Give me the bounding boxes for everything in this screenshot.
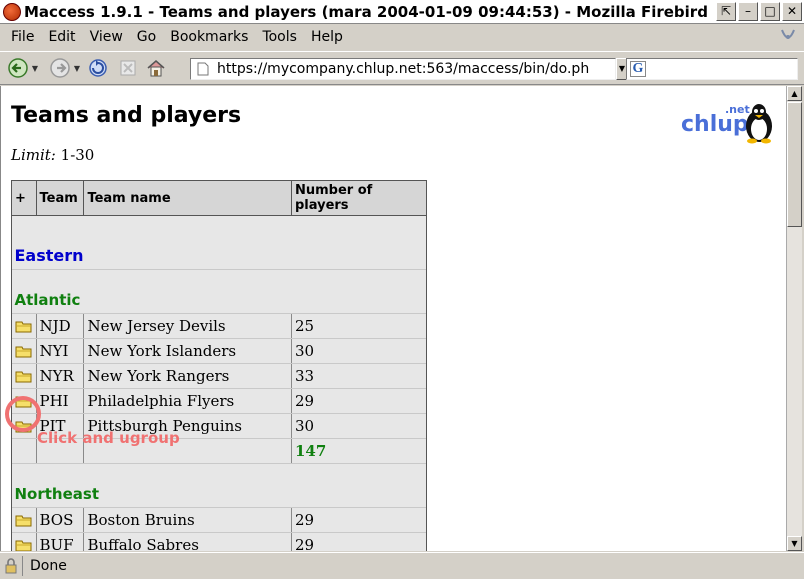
teams-table: + Team Team name Number of players Easte… xyxy=(11,180,428,551)
team-code-cell: NYR xyxy=(36,363,85,389)
team-name-cell: Philadelphia Flyers xyxy=(83,388,292,414)
annotation-circle xyxy=(5,396,41,432)
back-button[interactable] xyxy=(6,56,30,80)
window-maximize-button[interactable]: □ xyxy=(760,2,780,21)
team-code-cell: NJD xyxy=(36,313,85,339)
folder-icon[interactable] xyxy=(15,537,33,551)
reload-icon xyxy=(89,59,107,77)
limit-text: Limit: 1-30 xyxy=(11,146,94,164)
team-code-cell: BUF xyxy=(36,532,85,551)
status-bar: Done xyxy=(0,552,804,579)
players-cell: 30 xyxy=(291,413,427,439)
menu-bar: File Edit View Go Bookmarks Tools Help xyxy=(0,25,804,49)
conference-row: Eastern xyxy=(11,229,427,270)
window-titlebar: Maccess 1.9.1 - Teams and players (mara … xyxy=(0,0,804,24)
status-text: Done xyxy=(30,558,67,574)
window-title: Maccess 1.9.1 - Teams and players (mara … xyxy=(24,2,708,21)
division-label: Atlantic xyxy=(14,291,81,309)
firebird-app-icon[interactable] xyxy=(3,2,21,21)
throbber-icon xyxy=(781,29,795,39)
table-row: NYI New York Islanders 30 xyxy=(11,338,427,364)
team-name-cell: New Jersey Devils xyxy=(83,313,292,339)
menu-file[interactable]: File xyxy=(4,29,41,45)
forward-history-dropdown[interactable]: ▼ xyxy=(72,64,82,73)
table-row: PHI Philadelphia Flyers 29 xyxy=(11,388,427,414)
security-lock-icon[interactable] xyxy=(2,556,20,576)
stop-icon xyxy=(120,60,136,76)
menu-edit[interactable]: Edit xyxy=(41,29,82,45)
menu-go[interactable]: Go xyxy=(130,29,163,45)
players-cell: 25 xyxy=(291,313,427,339)
url-input[interactable]: https://mycompany.chlup.net:563/maccess/… xyxy=(190,58,616,80)
back-arrow-icon xyxy=(8,58,28,78)
team-code-cell: PHI xyxy=(36,388,85,414)
players-column-header[interactable]: Number of players xyxy=(290,180,428,216)
lock-icon xyxy=(5,558,17,574)
page-content: Teams and players .net chlup Limit: 1-30… xyxy=(0,86,786,551)
stop-button[interactable] xyxy=(116,56,140,80)
forward-arrow-icon xyxy=(50,58,70,78)
scroll-thumb[interactable] xyxy=(787,102,802,227)
limit-value: 1-30 xyxy=(60,146,95,164)
logo-main-text: chlup xyxy=(681,112,749,137)
players-cell: 29 xyxy=(291,507,427,533)
players-cell: 33 xyxy=(291,363,427,389)
division-total: 147 xyxy=(294,442,327,460)
folder-icon[interactable] xyxy=(15,512,33,528)
search-input[interactable]: G xyxy=(626,58,798,80)
vertical-scrollbar[interactable]: ▲ ▼ xyxy=(786,86,802,551)
menu-help[interactable]: Help xyxy=(304,29,350,45)
page-title: Teams and players xyxy=(11,103,242,128)
table-row: NYR New York Rangers 33 xyxy=(11,363,427,389)
folder-icon[interactable] xyxy=(15,343,33,359)
team-column-header[interactable]: Team xyxy=(35,180,85,216)
menu-bookmarks[interactable]: Bookmarks xyxy=(163,29,255,45)
table-header-row: + Team Team name Number of players xyxy=(11,180,428,216)
google-search-icon[interactable]: G xyxy=(630,61,646,77)
folder-icon[interactable] xyxy=(15,318,33,334)
navigation-toolbar: ▼ ▼ https://mycompany.chlup.net:563/macc xyxy=(0,51,804,85)
status-divider xyxy=(22,556,23,576)
url-text: https://mycompany.chlup.net:563/maccess/… xyxy=(217,61,590,77)
table-row: BOS Boston Bruins 29 xyxy=(11,507,427,533)
window-controls: ⇱ – □ ✕ xyxy=(716,2,802,21)
home-button[interactable] xyxy=(144,56,168,80)
players-cell: 29 xyxy=(291,532,427,551)
reload-button[interactable] xyxy=(86,56,110,80)
window-minimize-button[interactable]: – xyxy=(738,2,758,21)
expand-column-header[interactable]: + xyxy=(11,180,37,216)
table-row: BUF Buffalo Sabres 29 xyxy=(11,532,427,551)
players-cell: 30 xyxy=(291,338,427,364)
team-name-cell: New York Islanders xyxy=(83,338,292,364)
division-label: Northeast xyxy=(14,485,100,503)
home-icon xyxy=(147,60,165,77)
team-code-cell: NYI xyxy=(36,338,85,364)
team-name-cell: New York Rangers xyxy=(83,363,292,389)
page-icon xyxy=(197,62,209,76)
folder-icon[interactable] xyxy=(15,368,33,384)
forward-button[interactable] xyxy=(48,56,72,80)
team-code-cell: BOS xyxy=(36,507,85,533)
window-shade-button[interactable]: ⇱ xyxy=(716,2,736,21)
limit-label: Limit: xyxy=(11,146,56,164)
menu-tools[interactable]: Tools xyxy=(255,29,304,45)
team-name-cell: Buffalo Sabres xyxy=(83,532,292,551)
conference-label: Eastern xyxy=(14,246,84,265)
spacer-row xyxy=(11,215,427,230)
division-row: Atlantic xyxy=(11,269,427,314)
window-close-button[interactable]: ✕ xyxy=(782,2,802,21)
chlup-logo: .net chlup xyxy=(681,102,781,146)
menu-view[interactable]: View xyxy=(83,29,130,45)
scroll-up-button[interactable]: ▲ xyxy=(787,86,802,101)
back-history-dropdown[interactable]: ▼ xyxy=(30,64,40,73)
tux-penguin-icon xyxy=(746,104,772,144)
annotation-text: Click and ugroup xyxy=(37,429,180,447)
division-row: Northeast xyxy=(11,463,427,508)
table-row: NJD New Jersey Devils 25 xyxy=(11,313,427,339)
scroll-down-button[interactable]: ▼ xyxy=(787,536,802,551)
players-cell: 29 xyxy=(291,388,427,414)
team-name-cell: Boston Bruins xyxy=(83,507,292,533)
team-name-column-header[interactable]: Team name xyxy=(83,180,292,216)
